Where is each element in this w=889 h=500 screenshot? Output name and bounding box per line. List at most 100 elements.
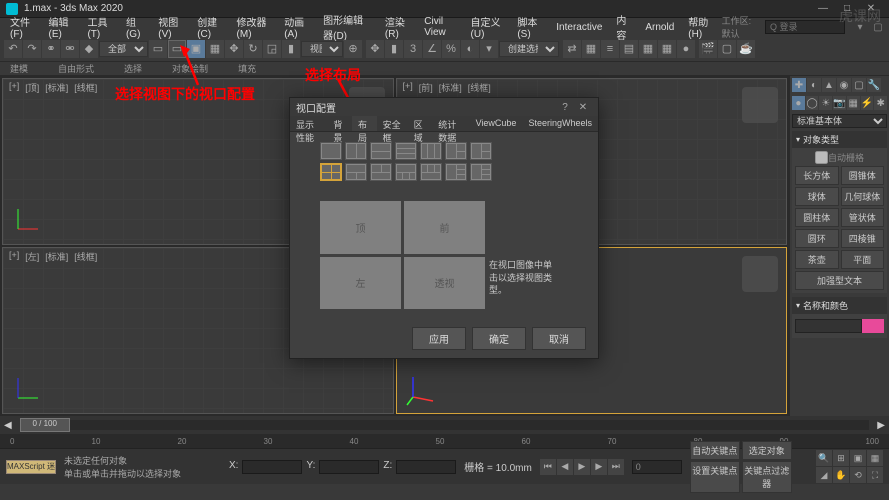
dlg-tab-safe[interactable]: 安全框 bbox=[377, 116, 408, 131]
preview-vp-persp[interactable]: 透视 bbox=[404, 257, 485, 310]
next-frame-button[interactable]: ▶ bbox=[591, 459, 607, 475]
render-button[interactable]: ☕ bbox=[737, 40, 755, 58]
dialog-help-button[interactable]: ? bbox=[556, 102, 574, 113]
color-swatch[interactable] bbox=[862, 319, 884, 333]
layout-opt-8[interactable] bbox=[320, 163, 342, 181]
keyfilter-button[interactable]: 关键点过滤器 bbox=[742, 461, 792, 493]
refcoord-dropdown[interactable]: 视图 bbox=[301, 41, 343, 57]
prim-tube[interactable]: 管状体 bbox=[841, 208, 885, 227]
cancel-button[interactable]: 取消 bbox=[532, 327, 586, 350]
motion-tab[interactable]: ◉ bbox=[837, 78, 851, 92]
snap-angle-button[interactable]: ∠ bbox=[423, 40, 441, 58]
named-selection-dropdown[interactable]: 创建选择集 bbox=[499, 41, 559, 57]
select-button[interactable]: ▭ bbox=[149, 40, 167, 58]
layout-opt-5[interactable] bbox=[420, 142, 442, 160]
space-subtab[interactable]: ⚡ bbox=[861, 96, 874, 110]
viewcube-icon[interactable] bbox=[742, 87, 778, 123]
layout-opt-10[interactable] bbox=[370, 163, 392, 181]
viewport-label[interactable]: [+][顶][标准][线框] bbox=[7, 81, 99, 94]
menu-create[interactable]: 创建(C) bbox=[191, 12, 228, 42]
dlg-tab-region[interactable]: 区域 bbox=[408, 116, 433, 131]
layout-opt-14[interactable] bbox=[470, 163, 492, 181]
pivot-button[interactable]: ⊕ bbox=[344, 40, 362, 58]
layout-opt-9[interactable] bbox=[345, 163, 367, 181]
prim-teapot[interactable]: 茶壶 bbox=[795, 250, 839, 269]
bind-button[interactable]: ◆ bbox=[80, 40, 98, 58]
coord-z-input[interactable] bbox=[396, 460, 456, 474]
menu-modifiers[interactable]: 修改器(M) bbox=[231, 12, 277, 42]
link-button[interactable]: ⚭ bbox=[42, 40, 60, 58]
slider-right-icon[interactable]: ▶ bbox=[877, 420, 885, 431]
shapes-subtab[interactable]: ◯ bbox=[806, 96, 819, 110]
align-button[interactable]: ▦ bbox=[582, 40, 600, 58]
setkey-button[interactable]: 设置关键点 bbox=[690, 461, 740, 493]
zoom-button[interactable]: 🔍 bbox=[816, 450, 832, 466]
systems-subtab[interactable]: ✱ bbox=[874, 96, 887, 110]
layout-opt-6[interactable] bbox=[445, 142, 467, 160]
menu-customize[interactable]: 自定义(U) bbox=[465, 12, 510, 42]
selection-filter[interactable]: 全部 bbox=[99, 41, 148, 57]
dlg-tab-perf[interactable]: 显示性能 bbox=[290, 116, 327, 131]
curve-editor-button[interactable]: ▦ bbox=[639, 40, 657, 58]
placement-button[interactable]: ▮ bbox=[282, 40, 300, 58]
unlink-button[interactable]: ⚮ bbox=[61, 40, 79, 58]
autokey-button[interactable]: 自动关键点 bbox=[690, 441, 740, 460]
subtab-modeling[interactable]: 建模 bbox=[10, 62, 28, 75]
zoom-extents-button[interactable]: ▣ bbox=[850, 450, 866, 466]
named-sel-button[interactable]: ▾ bbox=[480, 40, 498, 58]
menu-tools[interactable]: 工具(T) bbox=[81, 12, 118, 42]
menu-civilview[interactable]: Civil View bbox=[418, 14, 462, 40]
object-name-input[interactable] bbox=[795, 319, 862, 333]
coord-y-input[interactable] bbox=[319, 460, 379, 474]
dlg-tab-bg[interactable]: 背景 bbox=[327, 116, 352, 131]
coord-x-input[interactable] bbox=[242, 460, 302, 474]
viewcube-icon[interactable] bbox=[742, 256, 778, 292]
helpers-subtab[interactable]: ▦ bbox=[847, 96, 860, 110]
geometry-subtab[interactable]: ● bbox=[792, 96, 805, 110]
apply-button[interactable]: 应用 bbox=[412, 327, 466, 350]
scale-button[interactable]: ◲ bbox=[263, 40, 281, 58]
modify-tab[interactable]: ◐ bbox=[807, 78, 821, 92]
subtab-selection[interactable]: 选择 bbox=[124, 62, 142, 75]
search-input[interactable] bbox=[765, 20, 845, 34]
layout-opt-4[interactable] bbox=[395, 142, 417, 160]
primitive-category-dropdown[interactable]: 标准基本体 bbox=[792, 114, 887, 128]
dlg-tab-viewcube[interactable]: ViewCube bbox=[470, 116, 523, 131]
utilities-tab[interactable]: 🔧 bbox=[867, 78, 881, 92]
prim-plane[interactable]: 平面 bbox=[841, 250, 885, 269]
maxscript-listener[interactable]: MAXScript 迷 bbox=[6, 460, 56, 474]
menu-render[interactable]: 渲染(R) bbox=[379, 12, 416, 42]
fov-button[interactable]: ◢ bbox=[816, 467, 832, 483]
dialog-close-button[interactable]: ✕ bbox=[574, 102, 592, 113]
menu-help[interactable]: 帮助(H) bbox=[682, 12, 719, 42]
prim-cylinder[interactable]: 圆柱体 bbox=[795, 208, 839, 227]
menu-arnold[interactable]: Arnold bbox=[639, 20, 680, 35]
subtab-populate[interactable]: 填充 bbox=[238, 62, 256, 75]
schematic-button[interactable]: ▦ bbox=[658, 40, 676, 58]
undo-button[interactable]: ↶ bbox=[4, 40, 22, 58]
dlg-tab-layout[interactable]: 布局 bbox=[352, 116, 377, 131]
menu-group[interactable]: 组(G) bbox=[120, 12, 150, 42]
layout-opt-1[interactable] bbox=[320, 142, 342, 160]
zoom-all-button[interactable]: ⊞ bbox=[833, 450, 849, 466]
render-setup-button[interactable]: 🎬 bbox=[699, 40, 717, 58]
rotate-button[interactable]: ↻ bbox=[244, 40, 262, 58]
preview-vp-left[interactable]: 左 bbox=[320, 257, 401, 310]
mirror-button[interactable]: ⇄ bbox=[563, 40, 581, 58]
time-handle[interactable]: 0 / 100 bbox=[20, 418, 70, 432]
prim-cone[interactable]: 圆锥体 bbox=[841, 166, 885, 185]
viewport-label[interactable]: [+][左][标准][线框] bbox=[7, 250, 99, 263]
current-frame-input[interactable] bbox=[632, 460, 682, 474]
layout-opt-7[interactable] bbox=[470, 142, 492, 160]
display-tab[interactable]: ▢ bbox=[852, 78, 866, 92]
preview-vp-top[interactable]: 顶 bbox=[320, 201, 401, 254]
menu-edit[interactable]: 编辑(E) bbox=[43, 12, 80, 42]
render-frame-button[interactable]: ▢ bbox=[718, 40, 736, 58]
selection-lock-button[interactable]: ▮ bbox=[385, 40, 403, 58]
time-slider[interactable]: ◀ 0 / 100 ▶ bbox=[0, 416, 889, 434]
orbit-button[interactable]: ⟲ bbox=[850, 467, 866, 483]
slider-left-icon[interactable]: ◀ bbox=[4, 420, 12, 431]
ribbon-button[interactable]: ▤ bbox=[620, 40, 638, 58]
pan-button[interactable]: ✋ bbox=[833, 467, 849, 483]
snap-pct-button[interactable]: % bbox=[442, 40, 460, 58]
